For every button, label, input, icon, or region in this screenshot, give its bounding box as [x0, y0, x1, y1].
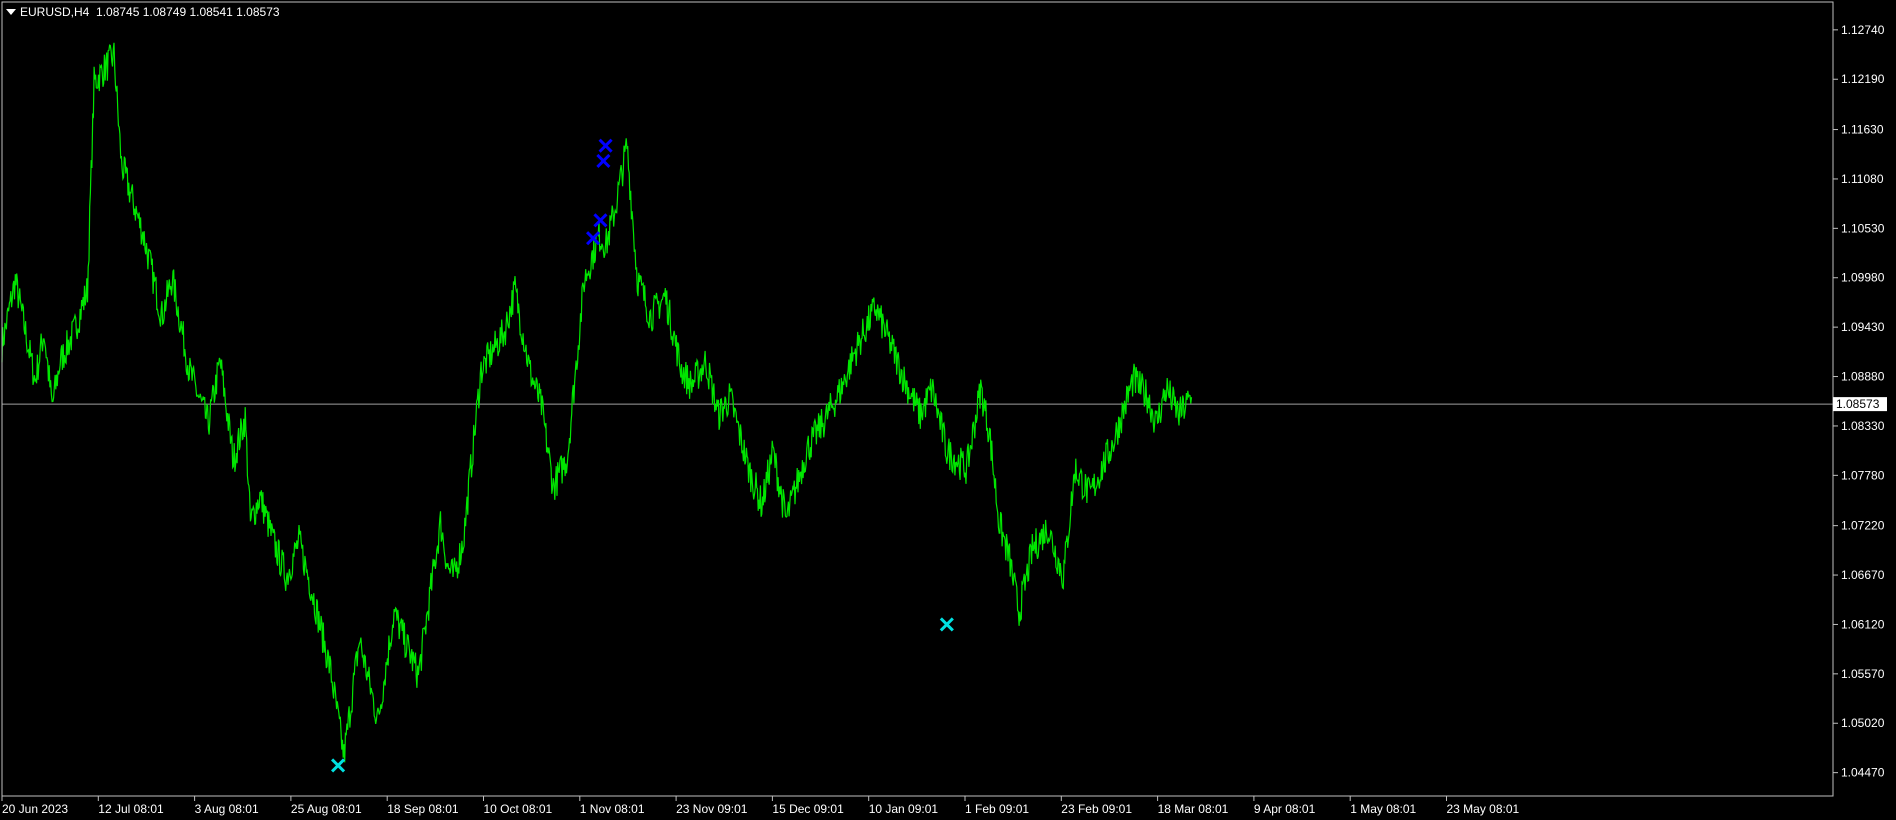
- x-tick-label: 10 Jan 09:01: [869, 802, 939, 816]
- x-tick-label: 23 Nov 09:01: [676, 802, 748, 816]
- x-tick-label: 1 May 08:01: [1350, 802, 1416, 816]
- chart-menu-triangle-icon[interactable]: [6, 9, 16, 15]
- chart-header: EURUSD,H4 1.08745 1.08749 1.08541 1.0857…: [20, 5, 280, 19]
- x-tick-label: 25 Aug 08:01: [291, 802, 362, 816]
- x-tick-label: 23 May 08:01: [1447, 802, 1520, 816]
- x-tick-label: 1 Feb 09:01: [965, 802, 1029, 816]
- price-chart[interactable]: 1.12740 1.12190 1.11630 1.11080 1.10530 1.099…: [0, 0, 1896, 820]
- y-tick-label: 1.08880: [1841, 370, 1885, 384]
- y-tick-label: 1.12740: [1841, 23, 1885, 37]
- x-tick-label: 3 Aug 08:01: [195, 802, 259, 816]
- y-tick-label: 1.10530: [1841, 221, 1885, 235]
- x-tick-label: 23 Feb 09:01: [1061, 802, 1132, 816]
- symbol-timeframe: EURUSD,H4: [20, 5, 90, 19]
- x-tick-label: 10 Oct 08:01: [484, 802, 553, 816]
- x-tick-label: 20 Jun 2023: [2, 802, 68, 816]
- x-tick-label: 12 Jul 08:01: [98, 802, 164, 816]
- current-price-label: 1.08573: [1836, 397, 1880, 411]
- y-tick-label: 1.11630: [1841, 123, 1884, 137]
- y-tick-label: 1.04470: [1841, 766, 1885, 780]
- current-price-tag: 1.08573: [1833, 397, 1887, 412]
- x-tick-label: 9 Apr 08:01: [1254, 802, 1316, 816]
- y-tick-label: 1.07780: [1841, 468, 1885, 482]
- y-tick-label: 1.09980: [1841, 271, 1885, 285]
- y-tick-label: 1.06120: [1841, 617, 1885, 631]
- y-tick-label: 1.12190: [1841, 72, 1885, 86]
- y-tick-label: 1.11080: [1841, 172, 1884, 186]
- x-tick-label: 15 Dec 09:01: [772, 802, 844, 816]
- x-tick-label: 18 Sep 08:01: [387, 802, 459, 816]
- y-tick-label: 1.07220: [1841, 519, 1885, 533]
- chart-background: [0, 0, 1896, 820]
- ohlc-values: 1.08745 1.08749 1.08541 1.08573: [96, 5, 280, 19]
- y-tick-label: 1.05570: [1841, 667, 1885, 681]
- x-tick-label: 18 Mar 08:01: [1158, 802, 1229, 816]
- y-tick-label: 1.09430: [1841, 320, 1885, 334]
- y-tick-label: 1.05020: [1841, 716, 1885, 730]
- y-tick-label: 1.08330: [1841, 419, 1885, 433]
- x-tick-label: 1 Nov 08:01: [580, 802, 645, 816]
- y-tick-label: 1.06670: [1841, 568, 1885, 582]
